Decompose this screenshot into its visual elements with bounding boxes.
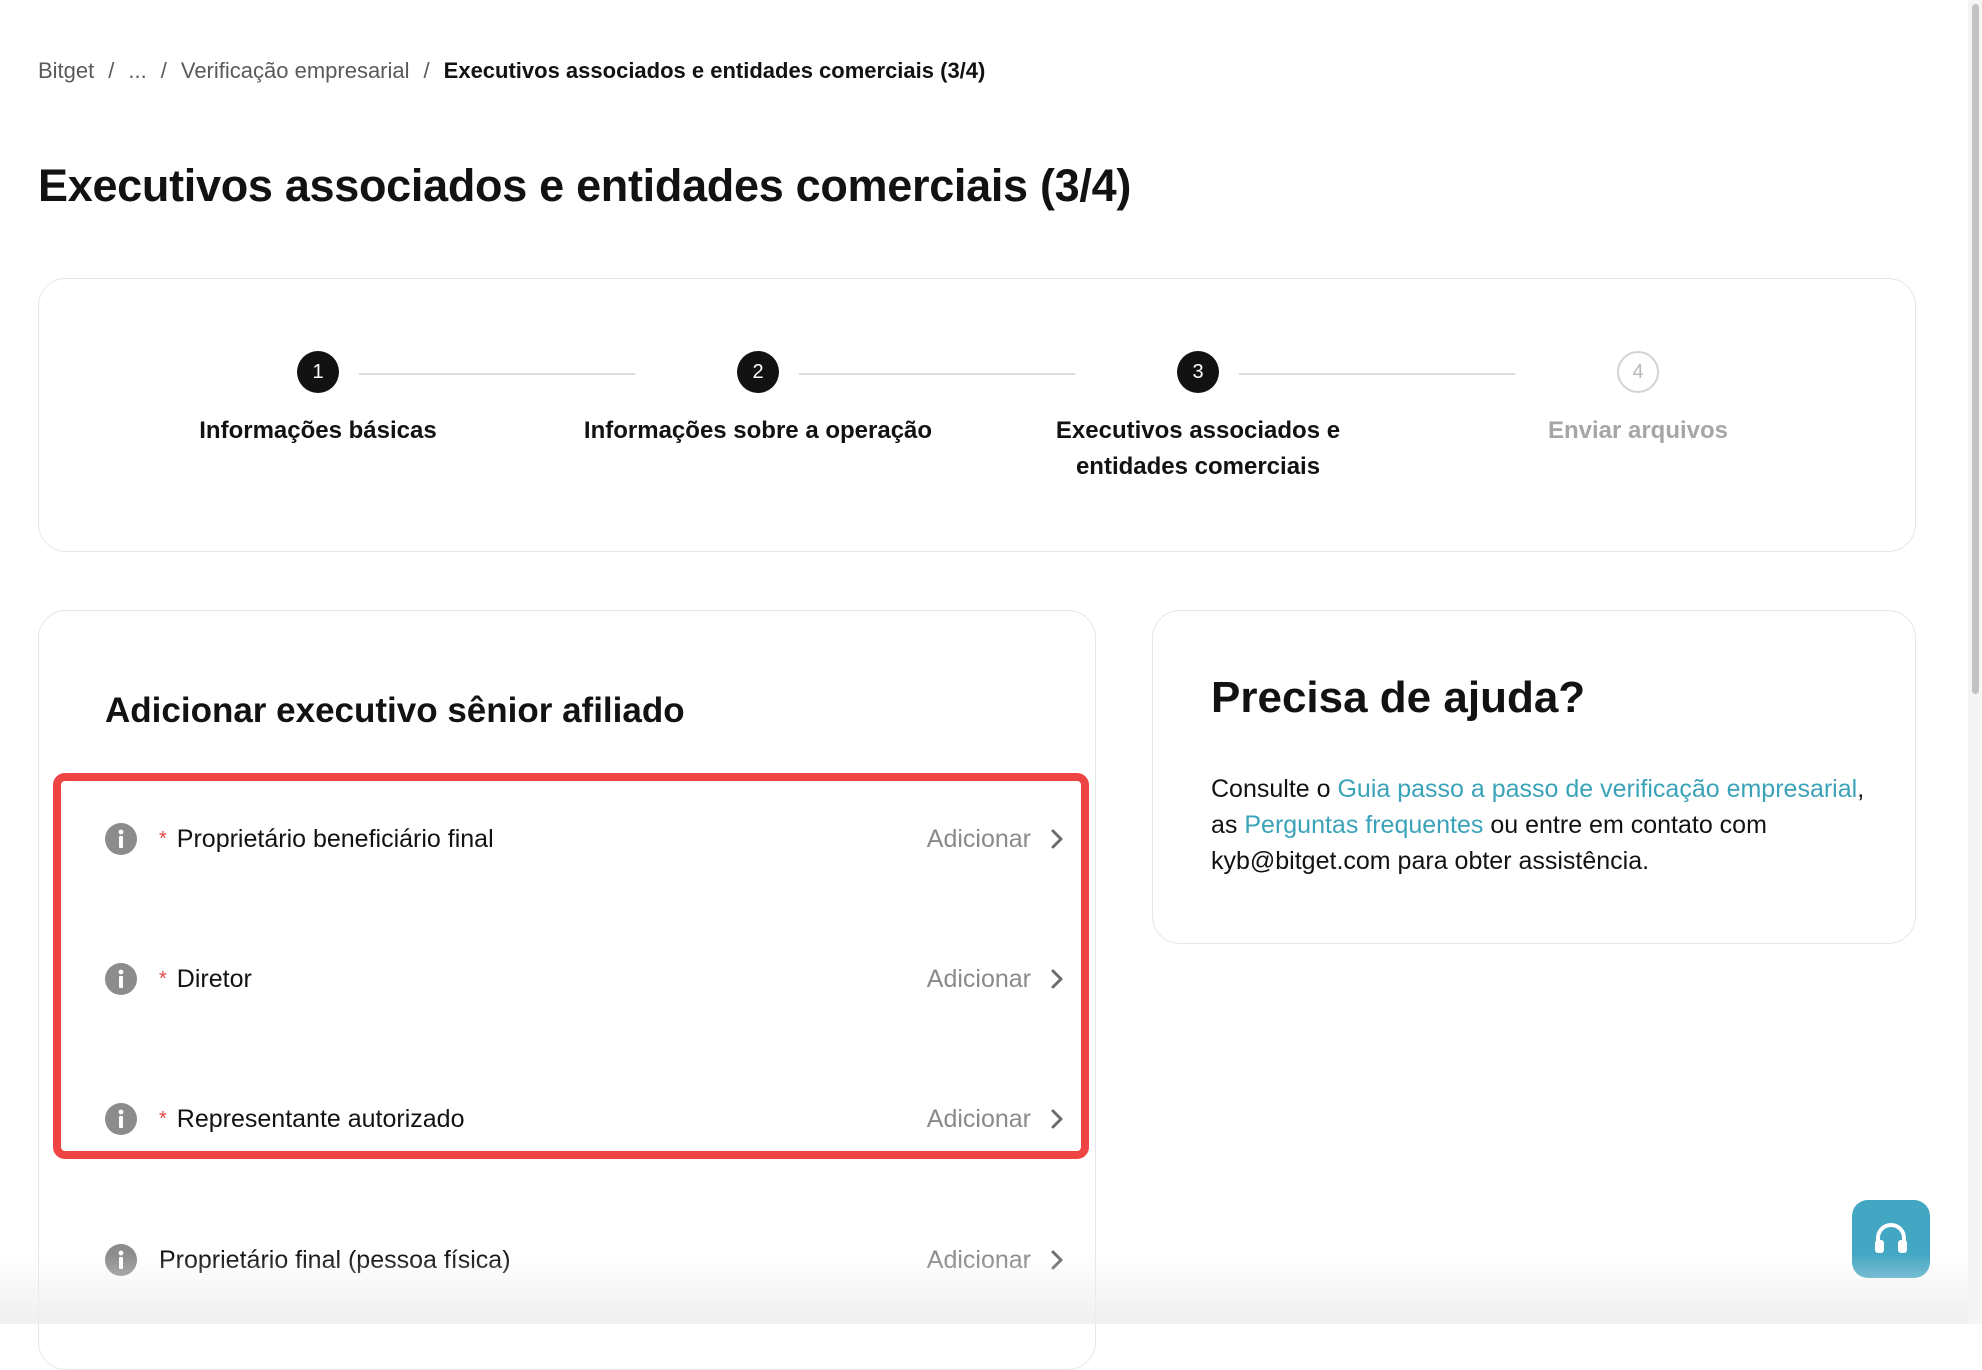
add-label: Adicionar [926,964,1031,993]
step-label-line: entidades comerciais [1075,453,1321,480]
add-button[interactable]: Adicionar [927,965,1065,994]
add-label: Adicionar [926,824,1031,853]
breadcrumb-item-bitget[interactable]: Bitget [38,58,94,84]
page-title: Executivos associados e entidades comerc… [38,160,1132,211]
row-label: Representante autorizado [176,1104,465,1133]
info-circle-icon[interactable] [105,1103,137,1135]
step-number: 3 [1177,351,1219,393]
breadcrumb: Bitget / ... / Verificação empresarial /… [38,58,985,84]
breadcrumb-separator: / [108,58,115,83]
chevron-right-icon [1051,829,1063,849]
add-label: Adicionar [926,1104,1031,1133]
step-basic-info: 1 Informações básicas [118,351,518,449]
add-button[interactable]: Adicionar [927,825,1065,854]
row-label: Diretor [176,964,252,993]
guide-link[interactable]: Guia passo a passo de verificação empres… [1337,775,1857,803]
step-number: 1 [297,351,339,393]
row-label: Proprietário beneficiário final [176,824,494,853]
support-chat-button[interactable] [1852,1200,1930,1278]
step-label-line: Executivos associados e [1055,417,1341,444]
add-button[interactable]: Adicionar [927,1246,1065,1275]
breadcrumb-current: Executivos associados e entidades comerc… [443,58,986,83]
help-text: Consulte o Guia passo a passo de verific… [1211,771,1871,879]
breadcrumb-item-business-verification[interactable]: Verificação empresarial [181,58,410,84]
step-label: Enviar arquivos [1547,417,1729,444]
section-title: Adicionar executivo sênior afiliado [105,691,685,730]
info-circle-icon[interactable] [105,1244,137,1276]
step-upload-files: 4 Enviar arquivos [1438,351,1838,449]
headset-icon [1875,1223,1907,1253]
required-marker: * [159,1107,167,1130]
breadcrumb-separator: / [160,58,167,83]
info-circle-icon[interactable] [105,823,137,855]
required-marker: * [159,827,167,850]
chevron-right-icon [1051,969,1063,989]
step-executives: 3 Executivos associados e entidades come… [998,351,1398,485]
progress-stepper: 1 Informações básicas 2 Informações sobr… [38,278,1916,552]
executives-form-card: Adicionar executivo sênior afiliado * Pr… [38,610,1096,1370]
add-label: Adicionar [926,1245,1031,1274]
step-number: 4 [1617,351,1659,393]
breadcrumb-item-ellipsis[interactable]: ... [128,58,146,84]
add-button[interactable]: Adicionar [927,1105,1065,1134]
row-authorized-representative: * Representante autorizado Adicionar [105,1099,1065,1139]
step-number: 2 [737,351,779,393]
faq-link[interactable]: Perguntas frequentes [1244,811,1483,839]
row-director: * Diretor Adicionar [105,959,1065,999]
help-card: Precisa de ajuda? Consulte o Guia passo … [1152,610,1916,944]
row-label: Proprietário final (pessoa física) [159,1245,511,1274]
row-ultimate-beneficial-owner: * Proprietário beneficiário final Adicio… [105,819,1065,859]
help-title: Precisa de ajuda? [1211,673,1586,722]
info-circle-icon[interactable] [105,963,137,995]
chevron-right-icon [1051,1250,1063,1270]
chevron-right-icon [1051,1109,1063,1129]
help-text-part: Consulte o [1211,775,1338,803]
step-label: Executivos associados e entidades comerc… [998,413,1398,485]
step-label: Informações sobre a operação [583,417,933,444]
step-label: Informações básicas [199,417,437,444]
required-marker: * [159,967,167,990]
scrollbar-thumb[interactable] [1972,4,1979,694]
row-ultimate-owner-individual: Proprietário final (pessoa física) Adici… [105,1240,1065,1280]
step-operation-info: 2 Informações sobre a operação [558,351,958,449]
breadcrumb-separator: / [423,58,430,83]
